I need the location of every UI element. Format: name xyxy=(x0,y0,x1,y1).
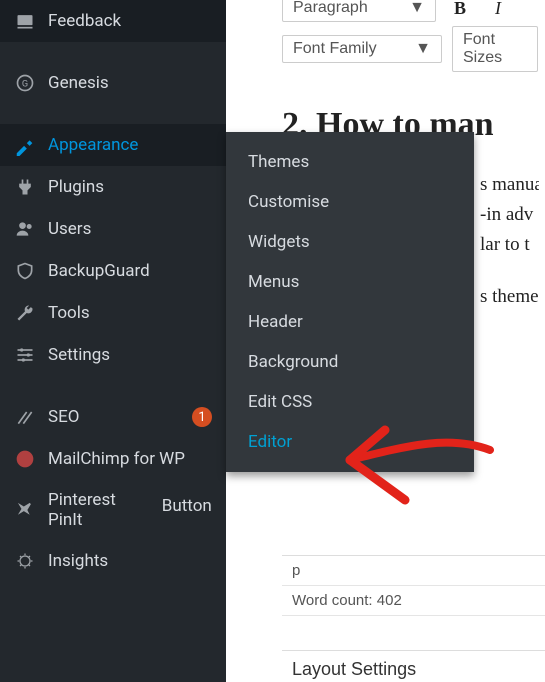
appearance-icon xyxy=(14,134,36,156)
section-label: Layout Settings xyxy=(282,650,545,680)
users-icon xyxy=(14,218,36,240)
sidebar-item-label: Pinterest PinIt xyxy=(48,490,116,530)
feedback-icon xyxy=(14,10,36,32)
body-line: s manua xyxy=(480,174,539,196)
sidebar-item-tools[interactable]: Tools xyxy=(0,292,226,334)
sidebar-item-feedback[interactable]: Feedback xyxy=(0,0,226,42)
word-count: Word count: 402 xyxy=(282,586,545,616)
settings-icon xyxy=(14,344,36,366)
submenu-item-themes[interactable]: Themes xyxy=(226,142,474,182)
sidebar-item-label: MailChimp for WP xyxy=(48,449,212,469)
genesis-icon: G xyxy=(14,72,36,94)
wrench-icon xyxy=(14,302,36,324)
seo-icon xyxy=(14,406,36,428)
appearance-submenu: Themes Customise Widgets Menus Header Ba… xyxy=(226,132,474,472)
element-path: p xyxy=(282,556,545,586)
svg-text:G: G xyxy=(22,79,28,89)
font-family-dropdown[interactable]: Font Family ▼ xyxy=(282,35,442,63)
sidebar-item-label: Insights xyxy=(48,551,212,571)
shield-icon xyxy=(14,260,36,282)
sidebar-item-label: Genesis xyxy=(48,73,212,93)
bold-button[interactable]: B xyxy=(446,0,474,19)
sidebar-item-label: Settings xyxy=(48,345,212,365)
chevron-down-icon: ▼ xyxy=(415,40,431,58)
editor-status-bar: p Word count: 402 xyxy=(282,555,545,616)
sidebar-item-label: SEO xyxy=(48,407,180,427)
sidebar-item-appearance[interactable]: Appearance xyxy=(0,124,226,166)
sidebar-item-label: BackupGuard xyxy=(48,261,212,281)
mailchimp-icon xyxy=(14,448,36,470)
sidebar-item-label-2: Button xyxy=(162,496,212,516)
body-line: lar to t xyxy=(480,234,539,256)
toolbar-row-1: Paragraph ▼ B I xyxy=(282,0,539,22)
sidebar-item-mailchimp[interactable]: MailChimp for WP xyxy=(0,438,226,480)
body-line: s theme xyxy=(480,286,539,308)
sidebar-item-label: Plugins xyxy=(48,177,212,197)
submenu-item-editor[interactable]: Editor xyxy=(226,422,474,462)
sidebar-item-label: Users xyxy=(48,219,212,239)
sidebar-item-pinterest[interactable]: Pinterest PinIt Button xyxy=(0,480,226,540)
pin-icon xyxy=(14,499,36,521)
toolbar-row-2: Font Family ▼ Font Sizes xyxy=(282,26,539,72)
sidebar-item-label: Appearance xyxy=(48,135,212,155)
font-sizes-dropdown[interactable]: Font Sizes xyxy=(452,26,538,72)
submenu-item-header[interactable]: Header xyxy=(226,302,474,342)
submenu-item-customise[interactable]: Customise xyxy=(226,182,474,222)
sidebar-item-label: Tools xyxy=(48,303,212,323)
sidebar-item-seo[interactable]: SEO 1 xyxy=(0,396,226,438)
sidebar-item-insights[interactable]: Insights xyxy=(0,540,226,582)
body-line: -in adv xyxy=(480,204,539,226)
sidebar-item-genesis[interactable]: G Genesis xyxy=(0,62,226,104)
sidebar-item-label: Feedback xyxy=(48,11,212,31)
chevron-down-icon: ▼ xyxy=(409,0,425,17)
sidebar-item-plugins[interactable]: Plugins xyxy=(0,166,226,208)
submenu-item-edit-css[interactable]: Edit CSS xyxy=(226,382,474,422)
admin-sidebar: Feedback G Genesis Appearance Plugins Us… xyxy=(0,0,226,682)
dropdown-value: Paragraph xyxy=(293,0,368,17)
dropdown-value: Font Family xyxy=(293,40,377,58)
notification-badge: 1 xyxy=(192,407,212,427)
plugins-icon xyxy=(14,176,36,198)
sidebar-item-settings[interactable]: Settings xyxy=(0,334,226,376)
insights-icon xyxy=(14,550,36,572)
sidebar-item-backupguard[interactable]: BackupGuard xyxy=(0,250,226,292)
paragraph-dropdown[interactable]: Paragraph ▼ xyxy=(282,0,436,22)
submenu-item-widgets[interactable]: Widgets xyxy=(226,222,474,262)
submenu-item-menus[interactable]: Menus xyxy=(226,262,474,302)
dropdown-value: Font Sizes xyxy=(463,31,527,67)
sidebar-item-users[interactable]: Users xyxy=(0,208,226,250)
italic-button[interactable]: I xyxy=(484,0,512,19)
submenu-item-background[interactable]: Background xyxy=(226,342,474,382)
